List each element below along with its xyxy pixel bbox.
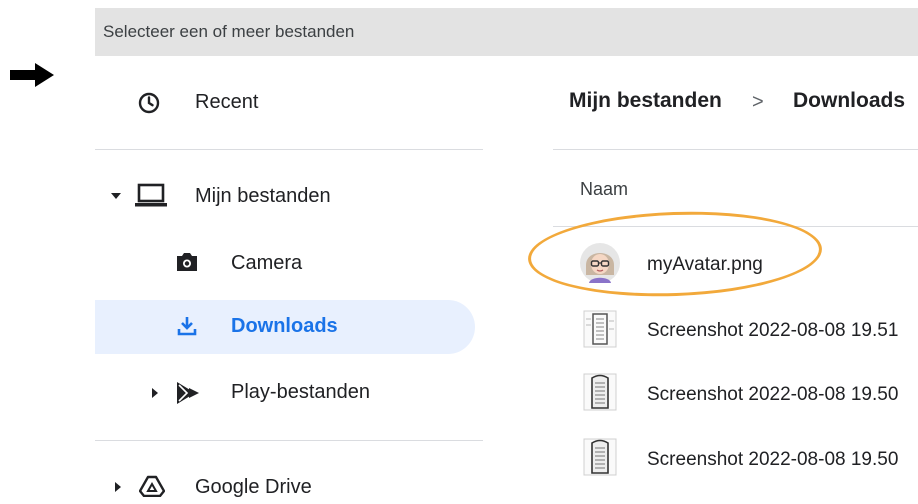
sidebar-divider — [95, 149, 483, 150]
breadcrumb-item-my-files[interactable]: Mijn bestanden — [569, 89, 722, 113]
clock-icon — [138, 92, 160, 114]
sidebar-item-my-files[interactable]: Mijn bestanden — [95, 171, 495, 221]
header-divider — [553, 149, 918, 150]
sidebar-item-play-files[interactable]: Play-bestanden — [95, 367, 495, 417]
highlight-ellipse — [526, 206, 824, 302]
dialog-title: Selecteer een of meer bestanden — [103, 22, 355, 41]
breadcrumb-separator: > — [752, 91, 764, 113]
sidebar-item-label: Mijn bestanden — [195, 185, 331, 207]
camera-icon — [177, 253, 197, 271]
expand-right-icon[interactable] — [113, 481, 123, 493]
sidebar-item-label: Play-bestanden — [231, 381, 370, 403]
sidebar-divider — [95, 440, 483, 441]
sidebar-item-recent[interactable]: Recent — [95, 78, 495, 128]
sidebar-item-label: Camera — [231, 252, 303, 274]
sidebar-item-downloads[interactable]: Downloads — [95, 300, 475, 354]
sidebar-item-label: Downloads — [231, 315, 338, 337]
dialog-title-bar: Selecteer een of meer bestanden — [95, 8, 918, 56]
play-store-icon — [177, 382, 199, 404]
expand-down-icon[interactable] — [110, 190, 122, 202]
laptop-icon — [135, 183, 167, 207]
sidebar-item-label: Recent — [195, 91, 259, 113]
file-name: Screenshot 2022-08-08 19.51 — [647, 320, 899, 341]
expand-right-icon[interactable] — [150, 387, 160, 399]
sidebar-item-google-drive[interactable]: Google Drive — [95, 462, 495, 504]
screenshot-thumbnail-icon — [583, 310, 617, 348]
sidebar-item-label: Google Drive — [195, 476, 312, 498]
google-drive-icon — [139, 475, 165, 497]
column-header-name[interactable]: Naam — [580, 179, 628, 200]
screenshot-thumbnail-icon — [583, 373, 617, 411]
download-icon — [177, 317, 197, 336]
screenshot-thumbnail-icon — [583, 438, 617, 476]
file-name: Screenshot 2022-08-08 19.50 — [647, 384, 899, 405]
pointer-arrow-icon — [10, 63, 54, 87]
breadcrumb-item-downloads[interactable]: Downloads — [793, 89, 905, 113]
sidebar-item-camera[interactable]: Camera — [95, 238, 495, 288]
file-name: Screenshot 2022-08-08 19.50 — [647, 449, 899, 470]
